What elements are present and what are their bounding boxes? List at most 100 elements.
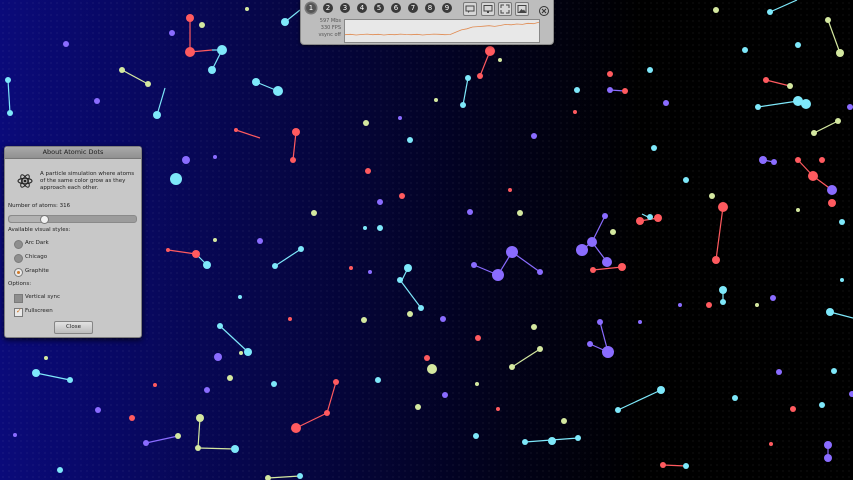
atom-dot bbox=[361, 317, 367, 323]
screenshot-icon[interactable] bbox=[515, 2, 529, 16]
atom-dot bbox=[375, 377, 381, 383]
atom-dot bbox=[587, 341, 593, 347]
atom-dot bbox=[647, 214, 653, 220]
bond-line bbox=[121, 69, 149, 85]
style-label-graphite: Graphite bbox=[25, 268, 49, 274]
atom-dot bbox=[166, 248, 170, 252]
radio-arc-dark[interactable] bbox=[14, 240, 23, 249]
bond-line bbox=[399, 279, 422, 309]
bond-line bbox=[35, 372, 71, 381]
atom-dot bbox=[404, 264, 412, 272]
style-button-7[interactable]: 7 bbox=[408, 3, 418, 13]
memory-stat: 597 Mbs bbox=[319, 18, 341, 24]
style-button-5[interactable]: 5 bbox=[374, 3, 384, 13]
atom-dot bbox=[660, 462, 666, 468]
atom-dot bbox=[182, 156, 190, 164]
atom-dot bbox=[119, 67, 125, 73]
atom-dot bbox=[769, 442, 773, 446]
atom-dot bbox=[847, 104, 853, 110]
style-button-3[interactable]: 3 bbox=[340, 3, 350, 13]
atom-dot bbox=[787, 83, 793, 89]
radio-graphite[interactable] bbox=[14, 268, 23, 277]
atoms-slider-handle[interactable] bbox=[40, 215, 50, 224]
atom-dot bbox=[498, 58, 502, 62]
chat-icon[interactable] bbox=[463, 2, 477, 16]
atom-dot bbox=[239, 351, 243, 355]
atom-dot bbox=[561, 418, 567, 424]
atom-dot bbox=[732, 395, 738, 401]
atom-dot bbox=[709, 193, 715, 199]
atom-dot bbox=[271, 381, 277, 387]
atom-dot bbox=[424, 355, 430, 361]
atom-dot bbox=[657, 386, 665, 394]
monitor-icon[interactable] bbox=[481, 2, 495, 16]
atom-dot bbox=[638, 320, 642, 324]
close-icon[interactable] bbox=[538, 2, 550, 16]
atom-dot bbox=[5, 77, 11, 83]
atom-dot bbox=[537, 346, 543, 352]
style-button-9[interactable]: 9 bbox=[442, 3, 452, 13]
atom-dot bbox=[7, 110, 13, 116]
atom-dot bbox=[663, 100, 669, 106]
atom-dot bbox=[32, 369, 40, 377]
radio-chicago[interactable] bbox=[14, 254, 23, 263]
checkbox-vertical-sync[interactable] bbox=[14, 294, 23, 303]
atom-dot bbox=[713, 7, 719, 13]
bond-line bbox=[235, 129, 261, 139]
atom-dot bbox=[575, 435, 581, 441]
atom-dot bbox=[819, 157, 825, 163]
atom-dot bbox=[522, 439, 528, 445]
atom-dot bbox=[706, 302, 712, 308]
bond-line bbox=[769, 0, 798, 13]
atom-dot bbox=[475, 382, 479, 386]
atom-dot bbox=[273, 86, 283, 96]
atom-dot bbox=[492, 269, 504, 281]
atom-dot bbox=[811, 130, 817, 136]
atom-dot bbox=[297, 473, 303, 479]
atom-dot bbox=[57, 467, 63, 473]
bond-line bbox=[827, 19, 841, 54]
style-button-4[interactable]: 4 bbox=[357, 3, 367, 13]
style-button-2[interactable]: 2 bbox=[323, 3, 333, 13]
fps-line bbox=[344, 21, 540, 36]
style-button-1[interactable]: 1 bbox=[306, 3, 316, 13]
atom-dot bbox=[531, 324, 537, 330]
atom-dot bbox=[678, 303, 682, 307]
atom-dot bbox=[272, 263, 278, 269]
atom-dot bbox=[618, 263, 626, 271]
style-button-8[interactable]: 8 bbox=[425, 3, 435, 13]
bond-line bbox=[197, 417, 201, 449]
atom-dot bbox=[826, 308, 834, 316]
about-dialog: About Atomic Dots A particle simulation … bbox=[4, 146, 142, 338]
atom-dot bbox=[836, 49, 844, 57]
atom-dot bbox=[288, 317, 292, 321]
atom-dot bbox=[244, 348, 252, 356]
atom-dot bbox=[824, 441, 832, 449]
bond-line bbox=[757, 100, 799, 108]
atom-dot bbox=[587, 237, 597, 247]
style-button-6[interactable]: 6 bbox=[391, 3, 401, 13]
atom-dot bbox=[471, 262, 477, 268]
checkbox-fullscreen[interactable] bbox=[14, 307, 23, 317]
atom-dot bbox=[790, 406, 796, 412]
atom-dot bbox=[808, 171, 818, 181]
atom-dot bbox=[622, 88, 628, 94]
atom-dot bbox=[831, 368, 837, 374]
atom-dot bbox=[169, 30, 175, 36]
close-button[interactable]: Close bbox=[54, 321, 93, 334]
atom-dot bbox=[231, 445, 239, 453]
bond-line bbox=[326, 381, 337, 414]
atom-dot bbox=[828, 199, 836, 207]
atoms-slider[interactable] bbox=[8, 215, 137, 224]
atom-dot bbox=[145, 81, 151, 87]
fullscreen-icon[interactable] bbox=[498, 2, 512, 16]
fps-graph bbox=[344, 19, 540, 43]
bond-line bbox=[197, 447, 236, 450]
atom-dot bbox=[281, 18, 289, 26]
atom-dot bbox=[607, 87, 613, 93]
atom-dot bbox=[377, 199, 383, 205]
atom-dot bbox=[185, 47, 195, 57]
bond-line bbox=[292, 131, 297, 161]
atom-dot bbox=[195, 445, 201, 451]
atom-dot bbox=[245, 7, 249, 11]
